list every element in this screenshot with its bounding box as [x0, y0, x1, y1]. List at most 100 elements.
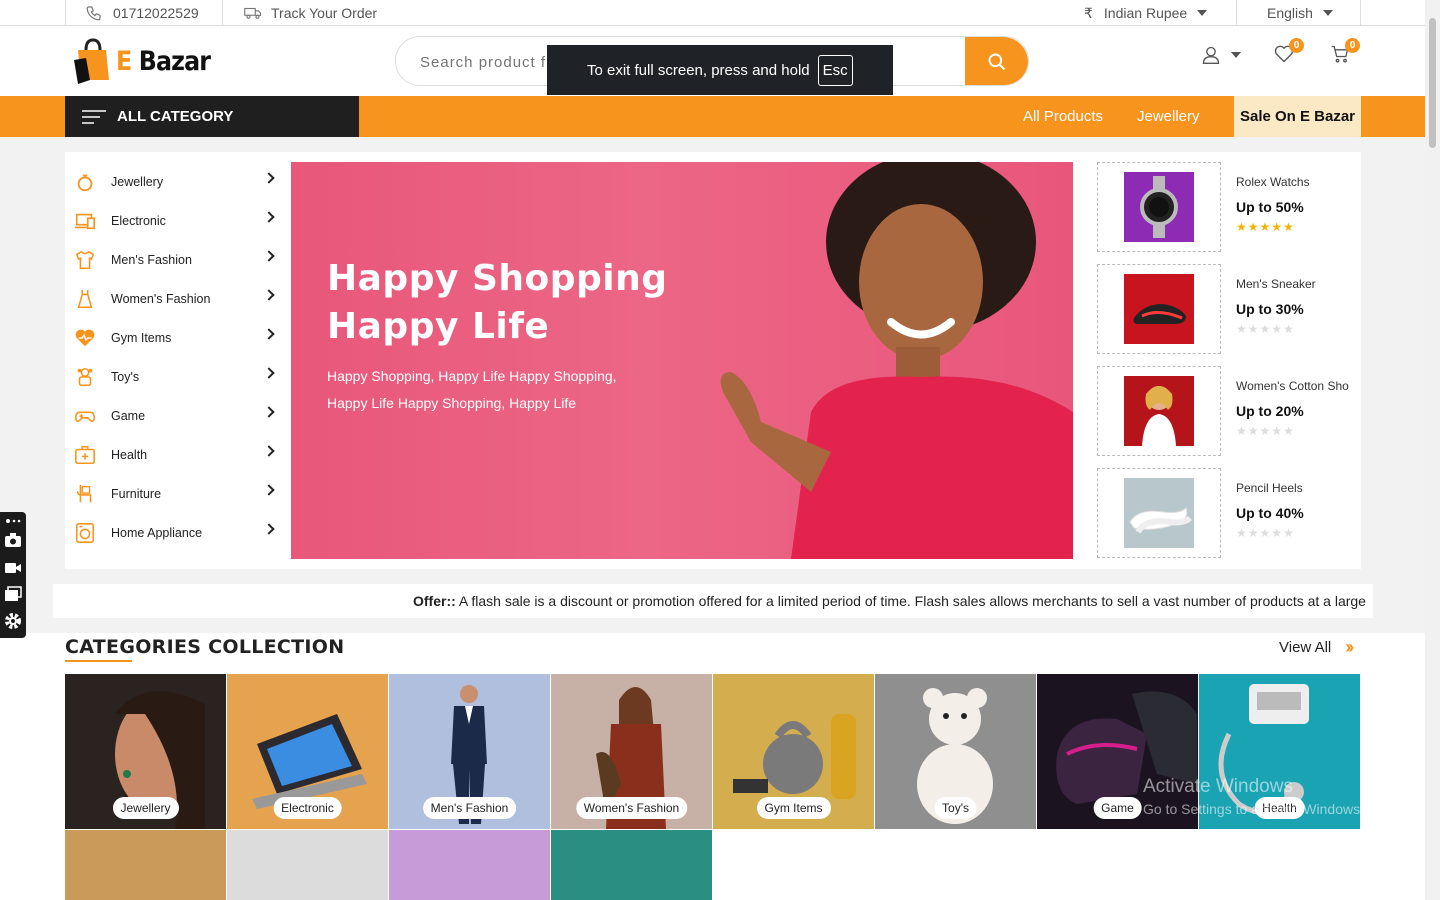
section-title: CATEGORIES COLLECTION: [65, 636, 345, 658]
account-menu[interactable]: [1201, 44, 1241, 71]
category-tile-label: Toy's: [934, 797, 977, 819]
banner-title: Happy Shopping Happy Life: [327, 258, 668, 347]
category-tile[interactable]: Toy's: [875, 674, 1036, 829]
sidebar-category-item[interactable]: Furniture: [73, 474, 275, 513]
windows-icon[interactable]: [4, 586, 22, 602]
page-scrollbar[interactable]: [1425, 0, 1440, 900]
category-tile-label: Jewellery: [112, 797, 179, 819]
track-order-link[interactable]: Track Your Order: [244, 0, 377, 26]
search-button[interactable]: [965, 37, 1028, 85]
phone-contact[interactable]: 01712022529: [85, 0, 199, 26]
category-tile[interactable]: [389, 830, 550, 900]
chevron-right-icon: [263, 445, 275, 457]
sidebar-category-item[interactable]: Toy's: [73, 357, 275, 396]
star-rating: ★★★★★: [1236, 424, 1295, 438]
category-tile[interactable]: [551, 830, 712, 900]
deal-name: Pencil Heels: [1236, 481, 1303, 495]
deal-discount: Up to 40%: [1236, 505, 1304, 521]
chevron-right-icon: [263, 289, 275, 301]
track-order-label: Track Your Order: [271, 5, 378, 21]
view-all-link[interactable]: View All ››: [1279, 637, 1354, 658]
sidebar-category-label: Game: [111, 408, 146, 423]
nav-link-jewellery[interactable]: Jewellery: [1137, 96, 1200, 137]
more-icon[interactable]: [4, 516, 22, 526]
washing-machine-icon: [73, 521, 97, 545]
divider: [1360, 0, 1361, 26]
category-tile[interactable]: Men's Fashion: [389, 674, 550, 829]
star-icon: ★: [1236, 526, 1248, 540]
sidebar-category-item[interactable]: Jewellery: [73, 162, 275, 201]
capture-toolbar: [0, 512, 26, 638]
category-tile[interactable]: [227, 830, 388, 900]
deal-product-image: [1124, 274, 1194, 344]
gear-icon[interactable]: [4, 612, 22, 630]
banner-model-image: [720, 162, 1073, 559]
sidebar-category-item[interactable]: Women's Fashion: [73, 279, 275, 318]
cart-button[interactable]: 0: [1330, 38, 1360, 69]
sidebar-category-item[interactable]: Health: [73, 435, 275, 474]
category-tile-label: Electronic: [273, 797, 342, 819]
category-tile[interactable]: Women's Fashion: [551, 674, 712, 829]
heart-pulse-icon: [73, 326, 97, 350]
all-category-button[interactable]: ALL CATEGORY: [65, 96, 359, 137]
view-all-label: View All: [1279, 639, 1332, 656]
category-tile[interactable]: [65, 830, 226, 900]
divider: [65, 0, 66, 26]
currency-dropdown[interactable]: ₹ Indian Rupee: [1084, 0, 1208, 26]
scrollbar-thumb[interactable]: [1429, 18, 1436, 148]
category-tile-label: Game: [1093, 797, 1142, 819]
sidebar-category-item[interactable]: Game: [73, 396, 275, 435]
camera-icon[interactable]: [4, 532, 22, 548]
chevron-right-icon: [263, 367, 275, 379]
logo-bazar: Bazar: [131, 45, 211, 77]
nav-link-sale[interactable]: Sale On E Bazar: [1234, 96, 1361, 137]
truck-icon: [244, 7, 262, 19]
star-rating: ★★★★★: [1236, 322, 1295, 336]
category-tile[interactable]: Jewellery: [65, 674, 226, 829]
menu-icon: [82, 109, 106, 124]
language-dropdown[interactable]: English: [1267, 0, 1333, 26]
deal-name: Women's Cotton Sho: [1236, 379, 1349, 393]
hero-banner[interactable]: Happy Shopping Happy Life Happy Shopping,…: [291, 162, 1073, 559]
chevron-right-icon: [263, 172, 275, 184]
sidebar-category-item[interactable]: Home Appliance: [73, 513, 275, 552]
category-sidebar: Jewellery Electronic Men's Fashion Women's …: [73, 162, 275, 552]
category-tile[interactable]: Electronic: [227, 674, 388, 829]
nav-link-all-products[interactable]: All Products: [1023, 96, 1103, 137]
sidebar-category-label: Women's Fashion: [111, 291, 211, 306]
logo[interactable]: E Bazar: [72, 36, 223, 86]
logo-e: E: [116, 45, 132, 77]
sidebar-category-item[interactable]: Gym Items: [73, 318, 275, 357]
star-icon: ★: [1259, 322, 1272, 336]
offer-text: A flash sale is a discount or promotion …: [455, 593, 1366, 609]
chevron-down-icon: [1322, 10, 1333, 16]
chevron-down-icon: [1197, 10, 1208, 16]
category-tile[interactable]: Gym Items: [713, 674, 874, 829]
medical-kit-icon: [73, 443, 97, 467]
tshirt-icon: [73, 248, 97, 272]
deal-card[interactable]: Women's Cotton Sho Up to 20% ★★★★★: [1097, 366, 1357, 468]
sidebar-category-item[interactable]: Electronic: [73, 201, 275, 240]
wishlist-button[interactable]: 0: [1274, 38, 1304, 69]
divider: [222, 0, 223, 26]
chevron-right-icon: [263, 250, 275, 262]
deal-card[interactable]: Pencil Heels Up to 40% ★★★★★: [1097, 468, 1357, 570]
star-icon: ★: [1271, 526, 1284, 540]
sidebar-category-item[interactable]: Men's Fashion: [73, 240, 275, 279]
toast-message: To exit full screen, press and hold: [587, 61, 810, 79]
all-category-label: ALL CATEGORY: [117, 108, 234, 125]
esc-key: Esc: [817, 54, 853, 86]
deal-name: Men's Sneaker: [1236, 277, 1316, 291]
hero-panel: Jewellery Electronic Men's Fashion Women's …: [65, 152, 1361, 569]
video-icon[interactable]: [4, 560, 22, 576]
deal-image-frame: [1097, 468, 1221, 558]
deal-card[interactable]: Men's Sneaker Up to 30% ★★★★★: [1097, 264, 1357, 366]
gamepad-icon: [73, 404, 97, 428]
user-icon: [1202, 46, 1220, 64]
chair-icon: [73, 482, 97, 506]
star-icon: ★: [1271, 322, 1284, 336]
sidebar-category-label: Electronic: [111, 213, 166, 228]
currency-label: Indian Rupee: [1103, 5, 1188, 21]
deal-card[interactable]: Rolex Watchs Up to 50% ★★★★★: [1097, 162, 1357, 264]
deal-discount: Up to 20%: [1236, 403, 1304, 419]
